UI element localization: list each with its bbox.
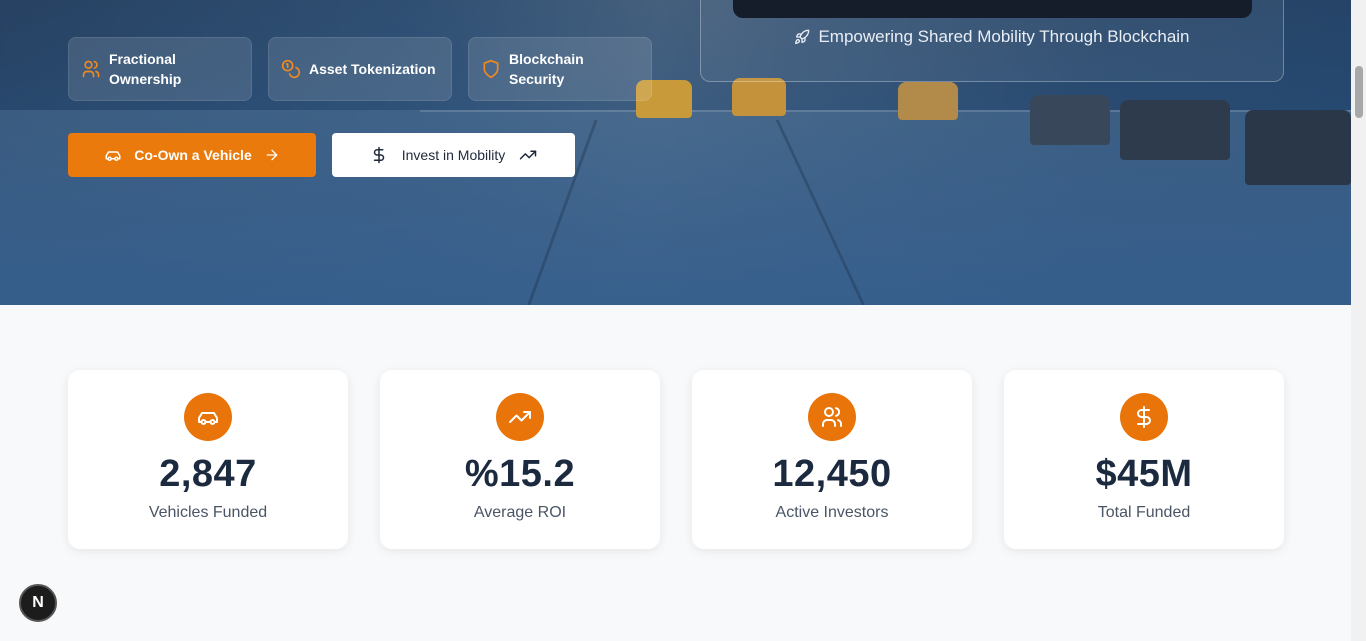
feature-label: Security <box>509 71 565 87</box>
nextjs-dev-badge[interactable]: N <box>19 584 57 622</box>
car-icon <box>198 412 218 425</box>
coins-icon <box>281 59 301 79</box>
arrow-right-icon <box>266 149 278 161</box>
feature-blockchain-security: Blockchain Security <box>468 37 652 101</box>
rocket-icon <box>795 29 810 44</box>
stat-icon-circle <box>496 393 544 441</box>
feature-asset-tokenization: Asset Tokenization <box>268 37 452 101</box>
feature-fractional-ownership: Fractional Ownership <box>68 37 252 101</box>
stat-card-average-roi: %15.2 Average ROI <box>380 370 660 549</box>
feature-label: Ownership <box>109 71 182 87</box>
feature-label: Fractional <box>109 51 176 67</box>
dollar-icon <box>373 146 384 164</box>
stat-icon-circle <box>1120 393 1168 441</box>
taxi-image <box>732 78 786 116</box>
stat-value: %15.2 <box>464 453 576 495</box>
co-own-vehicle-label: Co-Own a Vehicle <box>134 147 252 163</box>
stat-value: 2,847 <box>159 453 257 495</box>
stat-label: Total Funded <box>1097 504 1191 521</box>
scrollbar-thumb[interactable] <box>1355 66 1363 118</box>
showcase-image <box>733 0 1252 18</box>
car-icon <box>105 151 121 161</box>
trending-up-icon <box>519 150 537 160</box>
invest-in-mobility-label: Invest in Mobility <box>401 147 506 163</box>
stat-card-vehicles-funded: 2,847 Vehicles Funded <box>68 370 348 549</box>
trending-up-icon <box>509 411 531 423</box>
hero-section: Fractional Ownership Asset Tokenization B… <box>0 0 1351 305</box>
stat-value: 12,450 <box>772 453 892 495</box>
stat-label: Vehicles Funded <box>148 504 268 521</box>
stat-label: Average ROI <box>473 504 567 521</box>
stat-card-total-funded: $45M Total Funded <box>1004 370 1284 549</box>
invest-in-mobility-button[interactable]: Invest in Mobility <box>332 133 575 177</box>
car-image <box>1030 95 1110 145</box>
car-image <box>1120 100 1230 160</box>
users-icon <box>822 407 843 427</box>
page-scrollbar[interactable] <box>1351 0 1366 641</box>
stat-icon-circle <box>808 393 856 441</box>
stat-icon-circle <box>184 393 232 441</box>
shield-icon <box>483 59 499 79</box>
feature-label: Asset Tokenization <box>309 61 436 77</box>
showcase-caption: Empowering Shared Mobility Through Block… <box>818 27 1190 46</box>
stat-value: $45M <box>1095 453 1193 495</box>
co-own-vehicle-button[interactable]: Co-Own a Vehicle <box>68 133 316 177</box>
showcase-card: Empowering Shared Mobility Through Block… <box>700 0 1284 82</box>
taxi-image <box>898 82 958 120</box>
car-image <box>1245 110 1351 185</box>
badge-label: N <box>32 594 44 611</box>
stat-label: Active Investors <box>775 504 889 521</box>
users-icon <box>82 60 100 78</box>
feature-label: Blockchain <box>509 51 584 67</box>
dollar-icon <box>1137 406 1151 428</box>
stat-card-active-investors: 12,450 Active Investors <box>692 370 972 549</box>
